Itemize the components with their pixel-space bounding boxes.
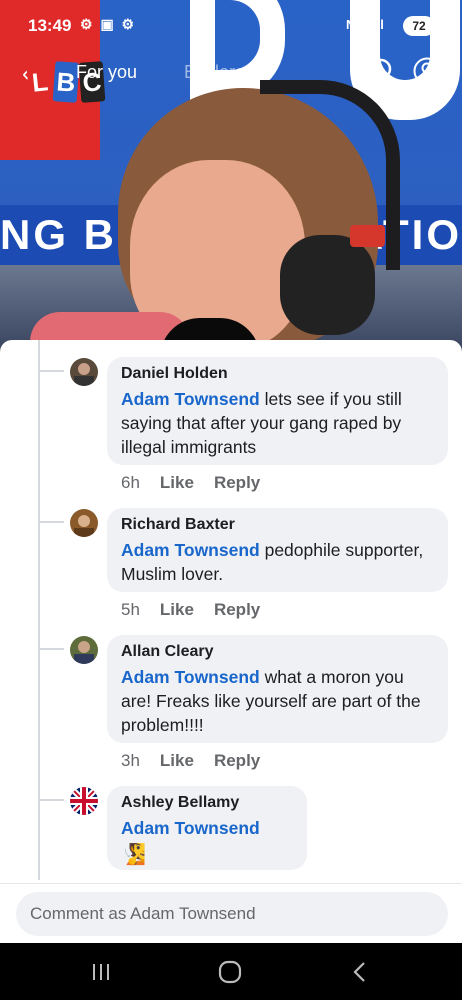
reply-button[interactable]: Reply (214, 751, 260, 771)
mention-link[interactable]: Adam Townsend (121, 818, 260, 838)
comment-time: 3h (121, 751, 140, 770)
comment-author[interactable]: Allan Cleary (121, 642, 434, 662)
comment-composer (0, 883, 462, 943)
comment-time: 6h (121, 473, 140, 492)
comment-bubble[interactable]: Allan Cleary Adam Townsend what a moron … (107, 635, 448, 743)
logo-letter-l: L (25, 60, 55, 104)
system-nav-bar (0, 943, 462, 1000)
search-icon[interactable] (369, 57, 397, 85)
like-button[interactable]: Like (160, 473, 194, 493)
comment-body: Adam Townsend (121, 816, 293, 840)
tab-for-you[interactable]: For you (76, 62, 137, 83)
comment-body: Adam Townsend pedophile supporter, Musli… (121, 538, 434, 586)
comment-bubble[interactable]: Ashley Bellamy Adam Townsend 🧏 (107, 786, 307, 870)
mention-link[interactable]: Adam Townsend (121, 389, 260, 409)
comment-actions: 6h Like Reply (121, 473, 260, 493)
mention-link[interactable]: Adam Townsend (121, 540, 260, 560)
avatar[interactable] (70, 636, 98, 664)
comment-author[interactable]: Daniel Holden (121, 364, 434, 384)
union-flag-avatar (70, 787, 98, 815)
comment-bubble[interactable]: Richard Baxter Adam Townsend pedophile s… (107, 508, 448, 592)
thread-branch (38, 799, 64, 801)
comment-body: Adam Townsend lets see if you still sayi… (121, 387, 434, 459)
headphone-cup (280, 235, 375, 335)
reply-button[interactable]: Reply (214, 600, 260, 620)
recent-apps-icon[interactable] (86, 957, 116, 987)
avatar[interactable] (70, 509, 98, 537)
comment-emoji: 🧏 (121, 844, 146, 866)
comment-actions: 3h Like Reply (121, 751, 260, 771)
status-bar: 13:49 ⚙ ▣ ⚙ N ⯈ .ıl 72 (0, 10, 462, 40)
avatar[interactable] (70, 787, 98, 815)
live-video[interactable]: NG BRIT ATIO (0, 0, 462, 350)
profile-icon[interactable] (413, 57, 441, 85)
battery-icon: 72 (403, 16, 435, 36)
home-icon[interactable] (215, 957, 245, 987)
comments-sheet[interactable]: Daniel Holden Adam Townsend lets see if … (0, 340, 462, 943)
thread-branch (38, 370, 64, 372)
comment-actions: 5h Like Reply (121, 600, 260, 620)
headphone-accent (350, 225, 385, 247)
notification-icons: ⚙ ▣ ⚙ (80, 16, 137, 32)
tab-explore[interactable]: Explore (184, 62, 245, 83)
comment-time: 5h (121, 600, 140, 619)
like-button[interactable]: Like (160, 600, 194, 620)
reply-button[interactable]: Reply (214, 473, 260, 493)
like-button[interactable]: Like (160, 751, 194, 771)
thread-branch (38, 521, 64, 523)
avatar[interactable] (70, 358, 98, 386)
avatar-image (70, 509, 98, 537)
mention-link[interactable]: Adam Townsend (121, 667, 260, 687)
avatar-image (70, 636, 98, 664)
comment-bubble[interactable]: Daniel Holden Adam Townsend lets see if … (107, 357, 448, 465)
comment-author[interactable]: Ashley Bellamy (121, 793, 293, 813)
nav-back-icon[interactable] (345, 957, 375, 987)
thread-branch (38, 648, 64, 650)
avatar-image (70, 358, 98, 386)
status-time: 13:49 (28, 16, 72, 35)
comment-body: Adam Townsend what a moron you are! Frea… (121, 665, 434, 737)
comment-input[interactable] (16, 892, 448, 936)
signal-icon: N ⯈ .ıl (346, 17, 384, 32)
comment-author[interactable]: Richard Baxter (121, 515, 434, 535)
